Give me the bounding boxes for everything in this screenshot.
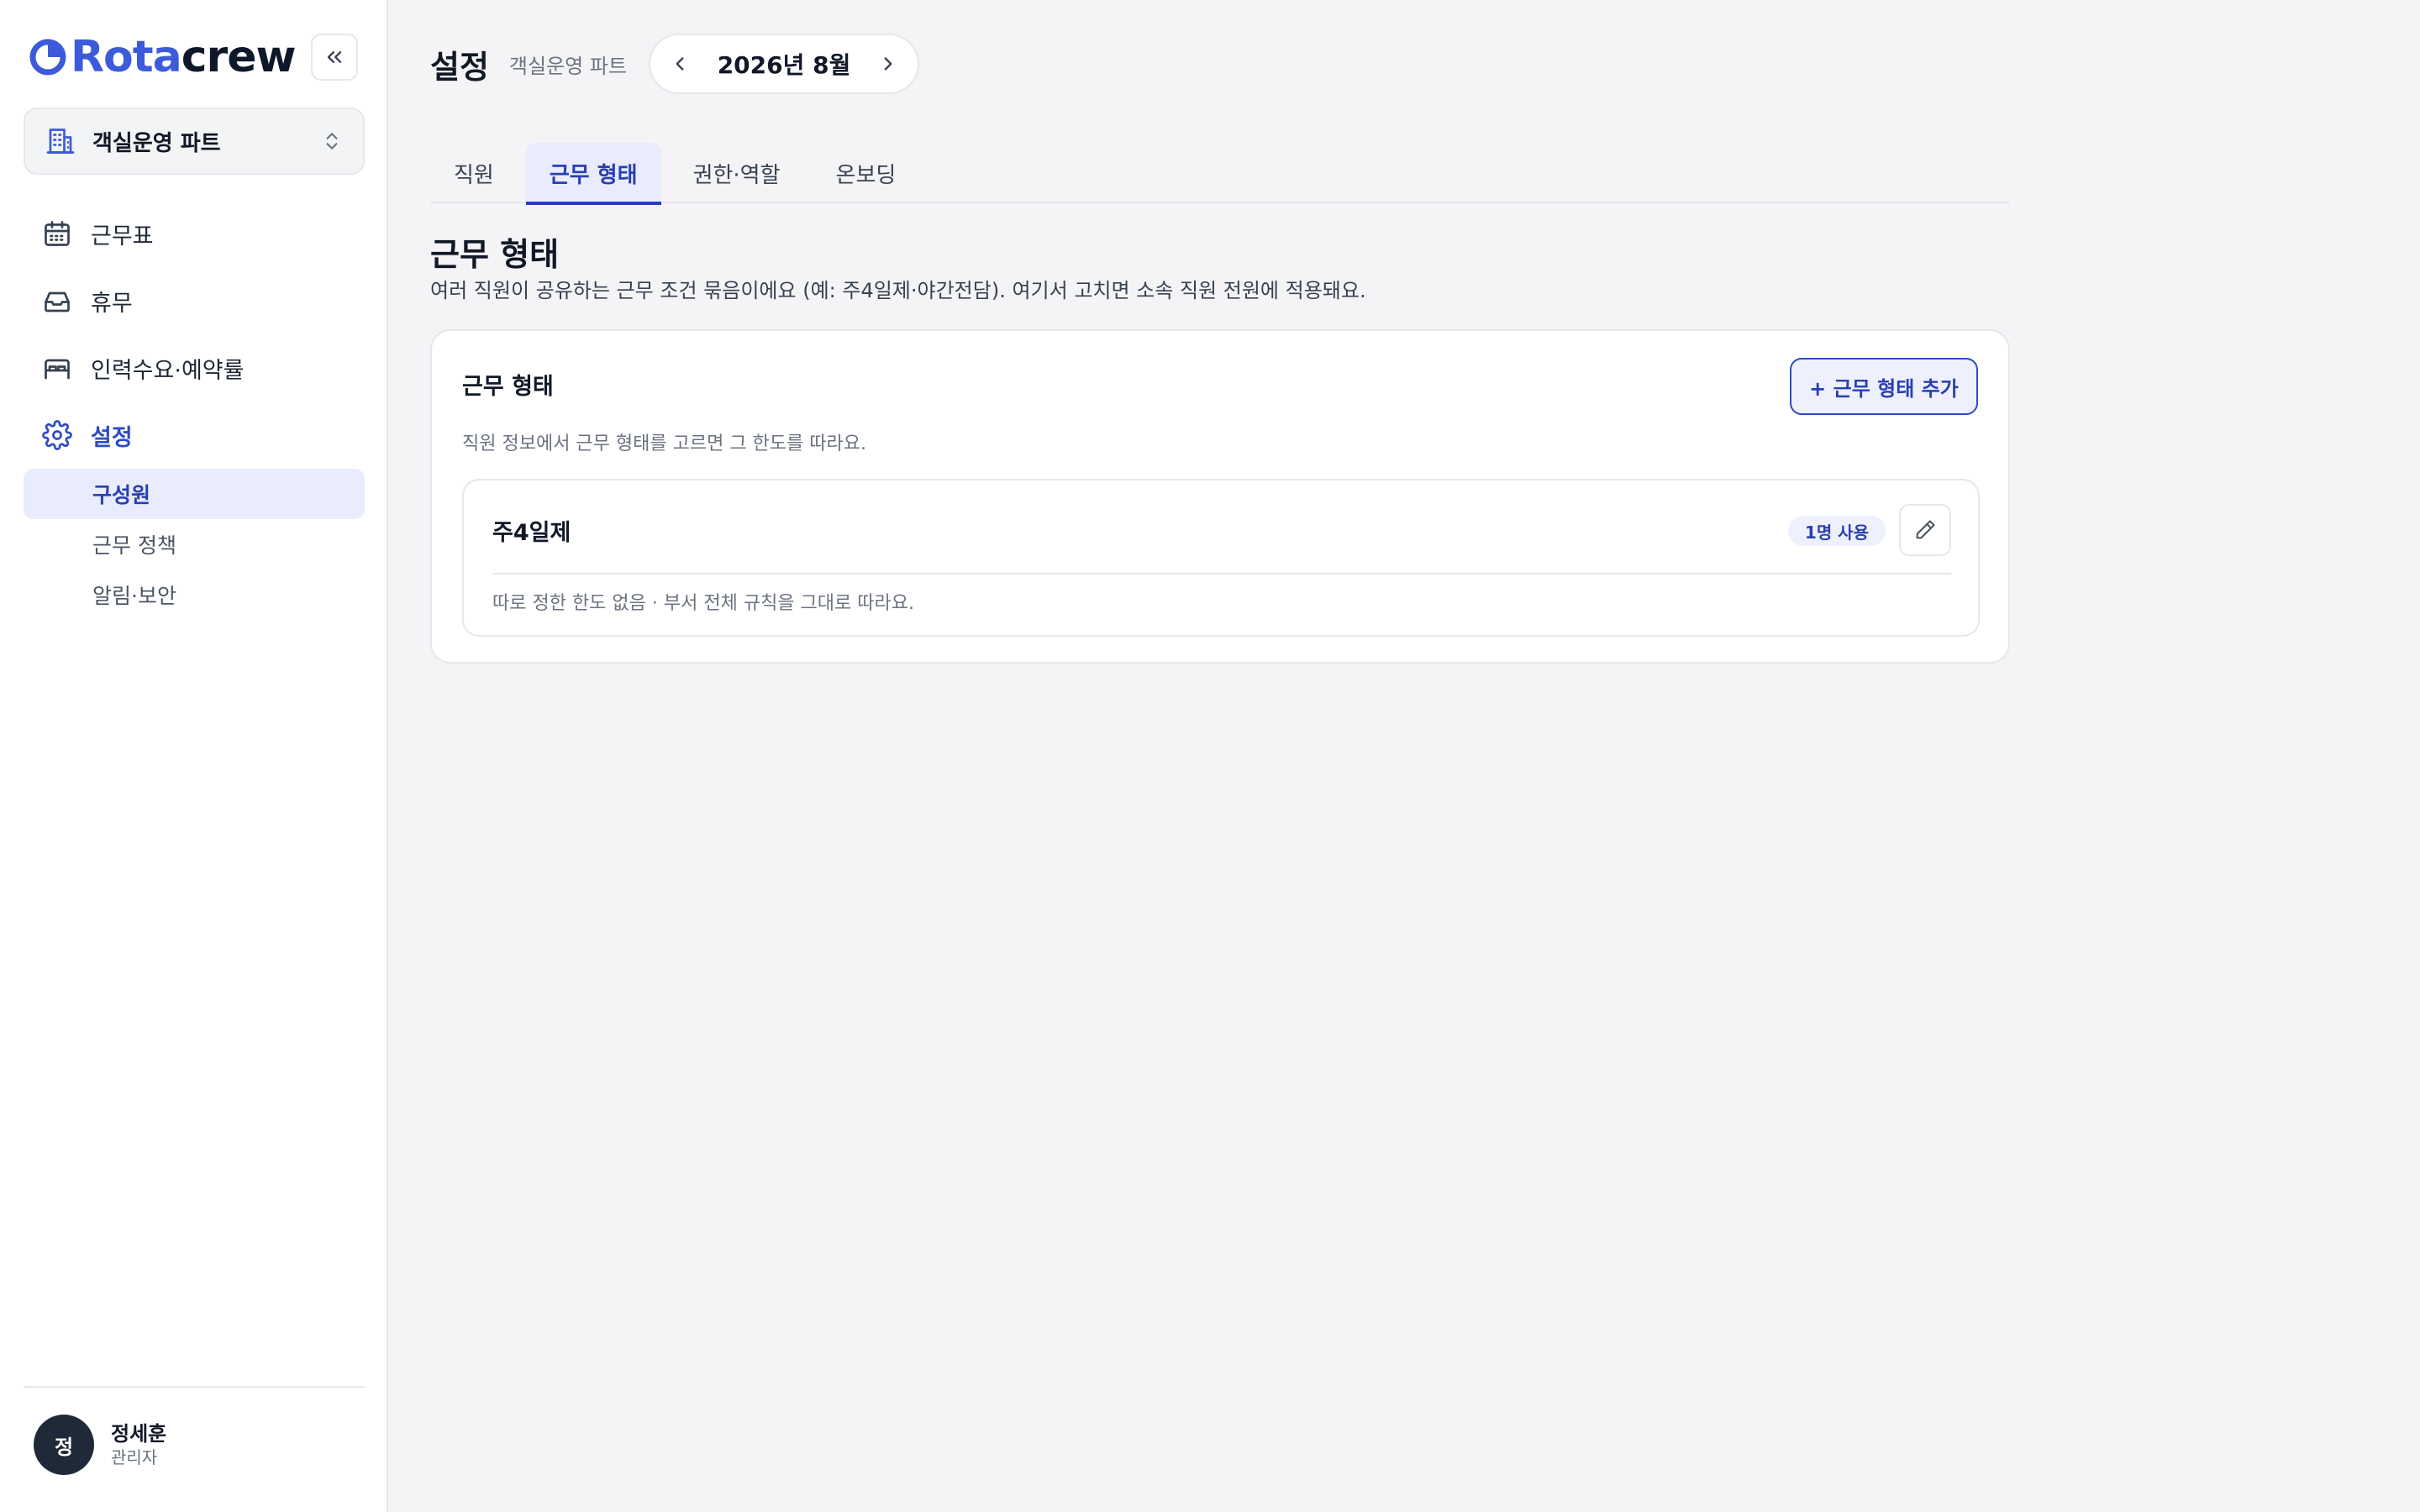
settings-tabs: 직원 근무 형태 권한·역할 온보딩 xyxy=(430,143,2010,205)
chevron-right-icon[interactable] xyxy=(877,53,899,75)
brand-name: Rotacrew xyxy=(71,32,296,82)
tab-work-types[interactable]: 근무 형태 xyxy=(525,143,661,205)
sidebar-item-schedule[interactable]: 근무표 xyxy=(24,200,365,267)
work-type-name: 주4일제 xyxy=(492,520,571,546)
month-navigator: 2026년 8월 xyxy=(649,34,920,94)
month-label: 2026년 8월 xyxy=(717,51,851,79)
team-selector[interactable]: 객실운영 파트 xyxy=(24,108,365,175)
collapse-sidebar-button[interactable] xyxy=(311,34,358,81)
item-divider xyxy=(492,573,1951,575)
avatar: 정 xyxy=(34,1415,94,1475)
user-role: 관리자 xyxy=(111,1447,158,1467)
user-name: 정세훈 xyxy=(111,1422,167,1446)
chevrons-left-icon xyxy=(327,51,342,64)
sidebar-divider xyxy=(24,1386,365,1388)
user-profile[interactable]: 정 정세훈 관리자 xyxy=(34,1415,166,1475)
work-types-card: 근무 형태 + 근무 형태 추가 직원 정보에서 근무 형태를 고르면 그 한도… xyxy=(430,329,2010,664)
sidebar-item-label: 휴무 xyxy=(91,290,133,317)
brand-logo[interactable]: Rotacrew xyxy=(29,30,296,84)
sidebar-item-settings[interactable]: 설정 xyxy=(24,402,365,469)
tab-roles[interactable]: 권한·역할 xyxy=(670,143,804,203)
section-description: 여러 직원이 공유하는 근무 조건 묶음이에요 (예: 주4일제·야간전담). … xyxy=(430,279,1366,302)
inbox-icon xyxy=(45,291,70,312)
sidebar-subitem-notifications-security[interactable]: 알림·보안 xyxy=(24,570,365,620)
gear-icon xyxy=(42,420,72,450)
section-title: 근무 형태 xyxy=(430,236,560,273)
card-title: 근무 형태 xyxy=(462,374,554,400)
list-item: 주4일제 1명 사용 따로 정한 한도 없음 · 부서 전체 규칙을 그대로 따… xyxy=(462,479,1980,637)
edit-work-type-button[interactable] xyxy=(1899,504,1951,556)
sidebar-item-label: 근무표 xyxy=(91,223,154,249)
card-description: 직원 정보에서 근무 형태를 고르면 그 한도를 따라요. xyxy=(462,433,866,454)
logo-icon xyxy=(29,39,66,76)
usage-badge: 1명 사용 xyxy=(1787,516,1886,546)
bed-icon xyxy=(45,359,70,380)
sidebar-subitem-members[interactable]: 구성원 xyxy=(24,469,365,519)
work-type-description: 따로 정한 한도 없음 · 부서 전체 규칙을 그대로 따라요. xyxy=(492,593,914,614)
tab-onboarding[interactable]: 온보딩 xyxy=(813,143,920,203)
building-icon xyxy=(46,129,75,154)
page-header: 설정 객실운영 파트 2026년 8월 xyxy=(430,34,920,94)
sidebar: Rotacrew 객실운영 파트 근무표 휴무 인력수요·예약률 설정 구성원 … xyxy=(0,0,388,1512)
sidebar-item-label: 인력수요·예약률 xyxy=(91,357,245,384)
page-subtitle: 객실운영 파트 xyxy=(508,54,628,78)
sidebar-item-demand[interactable]: 인력수요·예약률 xyxy=(24,334,365,402)
sidebar-nav: 근무표 휴무 인력수요·예약률 설정 구성원 근무 정책 알림·보안 xyxy=(24,200,365,620)
sidebar-subitem-work-policy[interactable]: 근무 정책 xyxy=(24,519,365,570)
team-selector-label: 객실운영 파트 xyxy=(92,130,221,156)
pencil-icon xyxy=(1916,520,1935,539)
chevron-up-down-icon xyxy=(326,133,338,150)
sidebar-item-label: 설정 xyxy=(91,424,133,451)
chevron-left-icon[interactable] xyxy=(669,53,691,75)
calendar-icon xyxy=(45,221,70,246)
page-title: 설정 xyxy=(430,48,489,86)
tab-employees[interactable]: 직원 xyxy=(430,143,518,203)
sidebar-item-dayoff[interactable]: 휴무 xyxy=(24,267,365,334)
add-work-type-button[interactable]: + 근무 형태 추가 xyxy=(1790,358,1978,415)
